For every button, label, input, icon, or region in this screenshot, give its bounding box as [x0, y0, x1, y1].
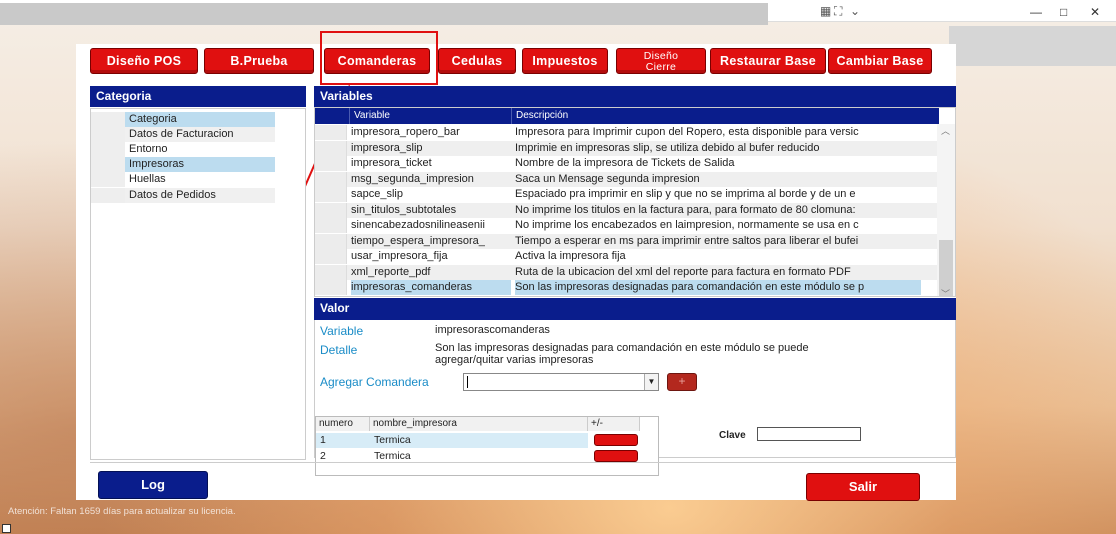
- cell-variable: impresoras_comanderas: [351, 280, 511, 295]
- detalle-label: Detalle: [320, 343, 358, 357]
- minimize-icon[interactable]: —: [1030, 5, 1042, 19]
- agregar-comandera-label: Agregar Comandera: [320, 375, 429, 389]
- table-row[interactable]: impresoras_comanderas Son las impresoras …: [315, 280, 941, 296]
- list-item[interactable]: Datos de Facturacion: [91, 127, 277, 142]
- cell-variable: msg_segunda_impresion: [351, 172, 474, 185]
- variable-value: impresorascomanderas: [435, 324, 550, 336]
- row-numero: 1: [320, 434, 326, 446]
- cell-descripcion: Saca un Mensage segunda impresion: [515, 172, 700, 185]
- close-icon[interactable]: ✕: [1090, 5, 1100, 19]
- valor-panel: Variable impresorascomanderas Detalle So…: [314, 320, 956, 476]
- grid-icon[interactable]: ▦: [820, 4, 831, 18]
- table-row[interactable]: usar_impresora_fija Activa la impresora f…: [315, 249, 941, 265]
- row-selector[interactable]: [315, 264, 347, 280]
- variable-label: Variable: [320, 324, 364, 338]
- cell-descripcion: Activa la impresora fija: [515, 250, 626, 262]
- list-item[interactable]: Datos de Pedidos: [91, 188, 277, 203]
- table-row[interactable]: impresora_slip Imprimie en impresoras sli…: [315, 140, 941, 156]
- remove-comandera-button[interactable]: [594, 434, 638, 446]
- list-item[interactable]: Huellas: [91, 172, 277, 187]
- cell-descripcion: Impresora para Imprimir cupon del Ropero…: [515, 126, 859, 138]
- row-selector[interactable]: [315, 280, 347, 295]
- column-header-numero: numero: [316, 417, 370, 431]
- text-cursor: [467, 376, 468, 388]
- table-row[interactable]: tiempo_espera_impresora_ Tiempo a esperar…: [315, 233, 941, 249]
- row-selector[interactable]: [315, 171, 347, 187]
- cell-variable: tiempo_espera_impresora_: [351, 234, 485, 247]
- categoria-list: Categoria Datos de Facturacion Entorno I…: [90, 108, 306, 460]
- dropdown-arrow-icon[interactable]: ▼: [644, 374, 658, 390]
- column-header-nombre-impresora: nombre_impresora: [370, 417, 588, 431]
- license-status: Atención: Faltan 1659 días para actualiz…: [8, 506, 236, 517]
- row-selector[interactable]: [315, 187, 347, 202]
- list-item[interactable]: Impresoras: [91, 157, 277, 172]
- cell-descripcion: Imprimie en impresoras slip, se utiliza …: [515, 141, 820, 154]
- chevron-down-icon[interactable]: ⌄: [850, 4, 860, 18]
- resize-grip-icon: [2, 524, 11, 533]
- table-row[interactable]: msg_segunda_impresion Saca un Mensage seg…: [315, 171, 941, 187]
- row-selector[interactable]: [315, 249, 347, 264]
- row-nombre: Termica: [374, 434, 411, 446]
- cell-descripcion: Son las impresoras designadas para coman…: [515, 280, 921, 295]
- title-bar-redacted: [0, 3, 768, 25]
- remove-comandera-button[interactable]: [594, 450, 638, 462]
- cell-variable: impresora_slip: [351, 141, 423, 154]
- cell-variable: sin_titulos_subtotales: [351, 203, 457, 216]
- row-selector[interactable]: [315, 125, 347, 140]
- table-row[interactable]: sapce_slip Espaciado pra imprimir en slip…: [315, 187, 941, 203]
- list-item[interactable]: Entorno: [91, 142, 277, 157]
- cell-variable: sinencabezadosnilineasenii: [351, 219, 485, 231]
- table-row[interactable]: 1 Termica: [316, 433, 588, 448]
- title-bar: ▦ ⛶ ⌄ — □ ✕: [0, 0, 1116, 25]
- cell-descripcion: Tiempo a esperar en ms para imprimir ent…: [515, 234, 859, 247]
- footer-bar: Log Salir: [90, 462, 956, 501]
- variables-grid: Variable Descripción impresora_ropero_ba…: [314, 107, 956, 297]
- row-selector[interactable]: [315, 156, 347, 171]
- detalle-line-1: Son las impresoras designadas para coman…: [435, 342, 809, 354]
- config-window: Diseño POS B.Prueba Comanderas Cedulas I…: [76, 31, 956, 501]
- clave-value: [758, 429, 761, 440]
- scroll-down-icon[interactable]: ﹀: [941, 287, 950, 296]
- column-header-descripcion[interactable]: Descripción: [511, 108, 939, 124]
- cell-variable: impresora_ropero_bar: [351, 126, 460, 138]
- maximize-icon[interactable]: □: [1060, 5, 1067, 19]
- grid-corner: [315, 108, 349, 124]
- cell-variable: sapce_slip: [351, 188, 403, 200]
- cell-descripcion: No imprime los encabezados en laimpresio…: [515, 219, 859, 231]
- detalle-line-2: agregar/quitar varias impresoras: [435, 354, 594, 366]
- cell-variable: usar_impresora_fija: [351, 250, 448, 262]
- cell-descripcion: Ruta de la ubicacion del xml del reporte…: [515, 265, 851, 278]
- scroll-up-icon[interactable]: ︿: [941, 124, 950, 137]
- table-row[interactable]: impresora_ticket Nombre de la impresora d…: [315, 156, 941, 172]
- vertical-scrollbar[interactable]: ︿ ﹀: [937, 124, 955, 296]
- log-button[interactable]: Log: [98, 471, 208, 499]
- valor-header: Valor: [314, 298, 956, 320]
- agregar-comandera-select[interactable]: ▼: [463, 373, 659, 391]
- fullscreen-icon[interactable]: ⛶: [834, 4, 842, 19]
- row-selector[interactable]: [315, 233, 347, 249]
- clave-label: Clave: [719, 430, 746, 441]
- clave-input[interactable]: [757, 427, 861, 441]
- row-selector[interactable]: [315, 140, 347, 156]
- categoria-header: Categoria: [90, 86, 306, 107]
- list-item[interactable]: Categoria: [91, 112, 277, 127]
- table-row[interactable]: sinencabezadosnilineasenii No imprime los…: [315, 218, 941, 234]
- redacted-area: [949, 26, 1116, 66]
- row-selector[interactable]: [315, 202, 347, 218]
- table-row[interactable]: sin_titulos_subtotales No imprime los tit…: [315, 202, 941, 218]
- column-header-variable[interactable]: Variable: [349, 108, 511, 124]
- salir-button[interactable]: Salir: [806, 473, 920, 501]
- table-row[interactable]: impresora_ropero_bar Impresora para Impri…: [315, 125, 941, 141]
- cell-descripcion: Nombre de la impresora de Tickets de Sal…: [515, 157, 735, 169]
- cell-variable: impresora_ticket: [351, 157, 432, 169]
- row-selector[interactable]: [315, 218, 347, 233]
- cell-variable: xml_reporte_pdf: [351, 265, 431, 278]
- cell-descripcion: No imprime los titulos en la factura par…: [515, 203, 856, 216]
- add-comandera-button[interactable]: +: [667, 373, 697, 391]
- variables-header: Variables: [314, 86, 956, 107]
- table-row[interactable]: xml_reporte_pdf Ruta de la ubicacion del …: [315, 264, 941, 280]
- cell-descripcion: Espaciado pra imprimir en slip y que no …: [515, 188, 856, 200]
- column-header-plus-minus: +/-: [588, 417, 640, 431]
